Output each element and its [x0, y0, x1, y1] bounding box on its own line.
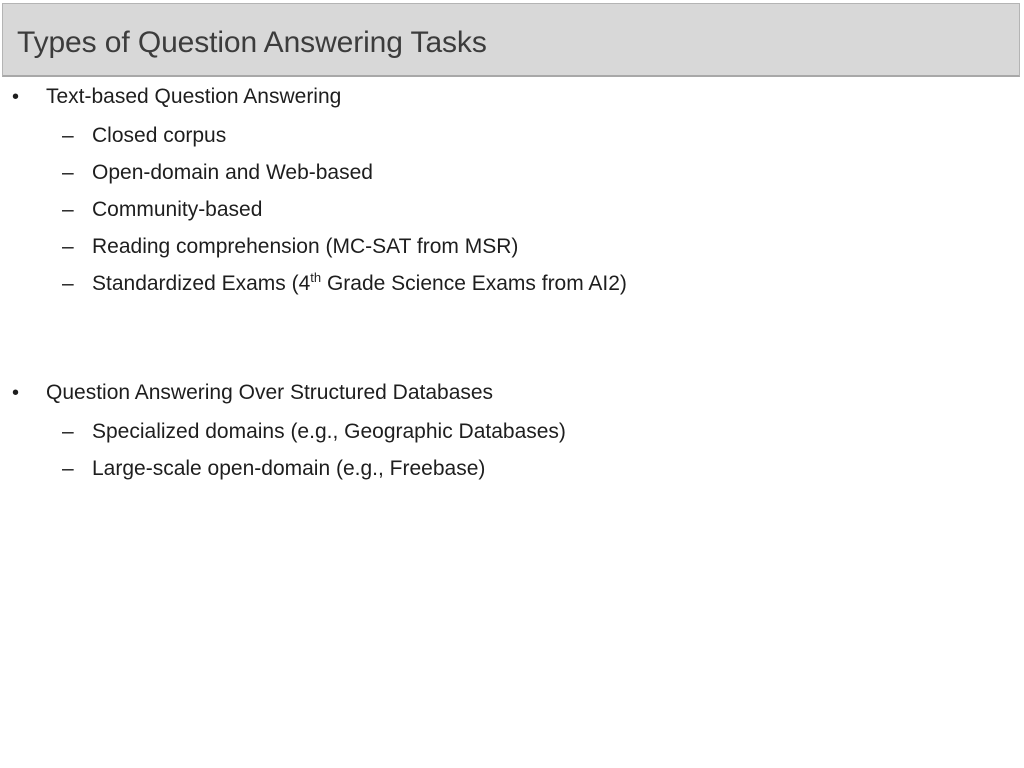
bullet-level2-community-based: – Community-based [0, 191, 1024, 228]
slide-title-bar: Types of Question Answering Tasks [2, 3, 1020, 77]
presentation-slide: Types of Question Answering Tasks • Text… [0, 0, 1024, 768]
exam-text-suffix: Grade Science Exams from AI2) [321, 272, 627, 295]
bullet-level1-label: Text-based Question Answering [46, 85, 342, 108]
bullet-dot-icon: • [12, 382, 20, 404]
bullet-level2-label: Specialized domains (e.g., Geographic Da… [92, 420, 566, 443]
bullet-level1-text-based-question-answering: • Text-based Question Answering [0, 80, 1024, 117]
bullet-group-2: • Question Answering Over Structured Dat… [0, 376, 1024, 487]
bullet-level2-label: Large-scale open-domain (e.g., Freebase) [92, 457, 486, 480]
slide-body: • Text-based Question Answering – Closed… [0, 80, 1024, 768]
bullet-dash-icon: – [62, 457, 74, 480]
bullet-level1-question-answering-over-structured-databases: • Question Answering Over Structured Dat… [0, 376, 1024, 413]
bullet-dot-icon: • [12, 86, 20, 108]
bullet-level2-label: Closed corpus [92, 124, 227, 147]
bullet-level2-standardized-exams: – Standardized Exams (4th Grade Science … [0, 265, 1024, 302]
bullet-dash-icon: – [62, 235, 74, 258]
ordinal-suffix: th [310, 270, 322, 285]
bullet-group-1: • Text-based Question Answering – Closed… [0, 80, 1024, 302]
bullet-level1-label: Question Answering Over Structured Datab… [46, 381, 494, 404]
bullet-level2-label: Reading comprehension (MC-SAT from MSR) [92, 235, 519, 258]
bullet-dash-icon: – [62, 420, 74, 443]
exam-text-prefix: Standardized Exams (4 [92, 272, 311, 295]
bullet-level2-specialized-domains: – Specialized domains (e.g., Geographic … [0, 413, 1024, 450]
bullet-level2-label: Community-based [92, 198, 263, 221]
bullet-level2-large-scale-open-domain: – Large-scale open-domain (e.g., Freebas… [0, 450, 1024, 487]
bullet-dash-icon: – [62, 272, 74, 295]
bullet-level2-open-domain-and-web-based: – Open-domain and Web-based [0, 154, 1024, 191]
bullet-level2-label: Open-domain and Web-based [92, 161, 373, 184]
slide-title: Types of Question Answering Tasks [17, 26, 487, 59]
bullet-dash-icon: – [62, 124, 74, 147]
bullet-dash-icon: – [62, 198, 74, 221]
bullet-dash-icon: – [62, 161, 74, 184]
bullet-level2-closed-corpus: – Closed corpus [0, 117, 1024, 154]
bullet-level2-reading-comprehension: – Reading comprehension (MC-SAT from MSR… [0, 228, 1024, 265]
bullet-level2-label: Standardized Exams (4th Grade Science Ex… [92, 265, 1024, 302]
